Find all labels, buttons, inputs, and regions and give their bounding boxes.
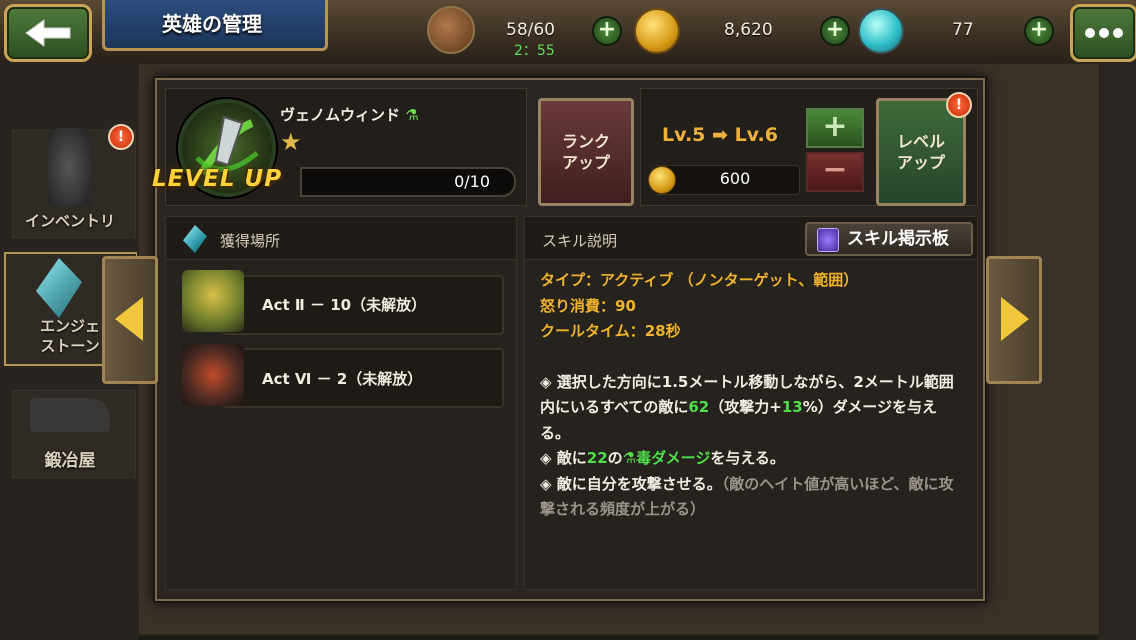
- hero-star-rating: ★: [280, 128, 302, 156]
- right-background: [1097, 62, 1136, 640]
- level-up-banner: LEVEL UP: [152, 166, 283, 192]
- add-gem-button[interactable]: +: [1024, 16, 1054, 46]
- level-cost-value: 600: [719, 169, 751, 188]
- xp-bar: 0/10: [300, 167, 516, 197]
- skill-desc-2-damage: 22: [586, 449, 608, 467]
- stage-lava-icon: [182, 344, 244, 406]
- add-gold-button[interactable]: +: [820, 16, 850, 46]
- rank-up-label: ランク アップ: [561, 132, 610, 172]
- acquisition-header: [166, 217, 516, 260]
- gold-coin-icon: [648, 166, 676, 194]
- hero-name: ヴェノムウィンド ⚗: [280, 104, 419, 125]
- stamina-value: 58/60: [506, 20, 555, 40]
- add-stamina-button[interactable]: +: [592, 16, 622, 46]
- stamina-timer: 2：55: [514, 43, 555, 59]
- level-decrease-button[interactable]: −: [806, 152, 864, 192]
- inventory-alert-badge: !: [108, 124, 134, 150]
- page-title: 英雄の管理: [162, 12, 262, 36]
- blacksmith-label: 鍛冶屋: [44, 451, 96, 471]
- gem-value: 77: [952, 20, 974, 40]
- previous-hero-button[interactable]: [102, 256, 158, 384]
- skill-desc-2-poison: 毒ダメージ: [636, 449, 711, 467]
- boot-stamina-icon: [427, 6, 475, 54]
- anvil-icon: [30, 398, 110, 432]
- skill-type: タイプ：アクティブ （ノンターゲット、範囲）: [540, 271, 859, 289]
- level-increase-button[interactable]: +: [806, 108, 864, 148]
- skill-desc-2-text-c: を与える。: [710, 449, 785, 467]
- level-change: Lv.5 ➡ Lv.6: [662, 124, 778, 146]
- skill-board-label: スキル掲示板: [847, 229, 949, 249]
- skill-desc-2: ◈ 敵に22の⚗毒ダメージを与える。: [540, 446, 960, 472]
- stage-forest-icon: [182, 270, 244, 332]
- skill-board-button[interactable]: スキル掲示板: [805, 222, 973, 256]
- helmet-icon: [48, 128, 90, 206]
- skill-title: スキル説明: [542, 232, 618, 250]
- acquisition-title: 獲得場所: [220, 232, 281, 250]
- acquisition-item-2-label: Act Ⅵ － 2（未解放）: [262, 370, 423, 388]
- back-arrow-icon: [25, 19, 71, 47]
- skill-desc-1-ratio: 13: [781, 398, 803, 416]
- skill-desc-1-text-b: （攻撃力+: [709, 398, 782, 416]
- skill-cooldown: クールタイム：28秒: [540, 322, 681, 340]
- rank-up-button[interactable]: ランク アップ: [538, 98, 634, 206]
- skill-rage-cost: 怒り消費：90: [540, 296, 636, 315]
- poison-flask-icon: ⚗: [405, 106, 419, 124]
- more-dots-icon: [1085, 28, 1123, 38]
- arrow-left-icon: [115, 297, 143, 341]
- xp-value: 0/10: [454, 172, 490, 191]
- next-hero-button[interactable]: [986, 256, 1042, 384]
- gold-coin-icon: [634, 8, 680, 54]
- more-menu-button[interactable]: [1070, 4, 1136, 62]
- acquisition-item-1-label: Act Ⅱ － 10（未解放）: [262, 296, 427, 314]
- level-to: Lv.6: [734, 124, 778, 146]
- back-button[interactable]: [4, 4, 92, 62]
- arrow-right-icon: [1001, 297, 1029, 341]
- skill-desc-2-text-a: ◈ 敵に: [540, 449, 587, 467]
- gem-icon: [858, 8, 904, 54]
- skill-desc-1-damage: 62: [688, 398, 710, 416]
- poison-flask-icon: ⚗: [622, 449, 637, 467]
- level-up-label: レベル アップ: [896, 132, 945, 172]
- inventory-label: インベントリ: [24, 212, 115, 230]
- skill-desc-1: ◈ 選択した方向に1.5メートル移動しながら、2メートル範囲内にいるすべての敵に…: [540, 370, 960, 447]
- level-from: Lv.5: [662, 124, 706, 146]
- skill-description: タイプ：アクティブ （ノンターゲット、範囲） 怒り消費：90 クールタイム：28…: [540, 268, 960, 523]
- skill-book-icon: [817, 228, 839, 252]
- arrow-right-icon: ➡: [712, 124, 728, 146]
- skill-desc-3-text: ◈ 敵に自分を攻撃させる。: [540, 474, 722, 493]
- hero-name-text: ヴェノムウィンド: [280, 106, 401, 124]
- skill-desc-3: ◈ 敵に自分を攻撃させる。（敵のヘイト値が高いほど、敵に攻撃される頻度が上がる）: [540, 472, 960, 523]
- level-up-alert-badge: !: [946, 92, 972, 118]
- gold-value: 8,620: [724, 20, 773, 40]
- skill-desc-2-text-b: の: [607, 449, 623, 467]
